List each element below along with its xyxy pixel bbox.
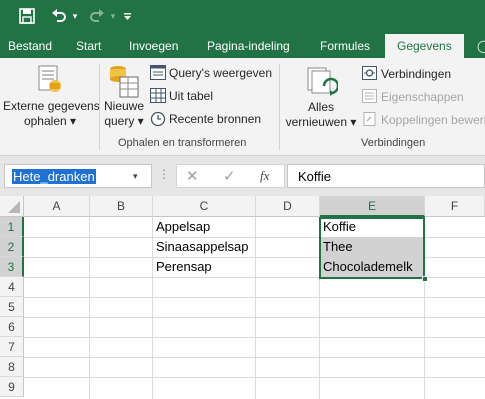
edit-links-icon bbox=[362, 112, 377, 131]
nieuwe-query-label-2: query ▾ bbox=[104, 114, 144, 128]
cell-c1[interactable]: Appelsap bbox=[153, 217, 210, 237]
gridline bbox=[24, 357, 485, 358]
ribbon-tabs: Bestand Start Invoegen Pagina-indeling F… bbox=[0, 34, 485, 58]
formula-input[interactable]: Koffie bbox=[287, 164, 485, 188]
column-header-a[interactable]: A bbox=[24, 196, 90, 217]
formula-input-value: Koffie bbox=[298, 169, 332, 184]
title-bar: ▾ ▾ bbox=[0, 0, 485, 34]
verbindingen-label: Verbindingen bbox=[381, 67, 452, 81]
alles-vernieuwen-label-2: vernieuwen ▾ bbox=[285, 115, 357, 129]
chevron-down-icon[interactable] bbox=[121, 5, 133, 27]
eigenschappen-label: Eigenschappen bbox=[381, 90, 464, 104]
group-label-verbindingen: Verbindingen bbox=[361, 137, 426, 149]
redo-icon bbox=[86, 5, 108, 27]
undo-dropdown-icon[interactable]: ▾ bbox=[70, 5, 80, 27]
ribbon: Externe gegevens ophalen ▾ Nieuwe query … bbox=[0, 58, 485, 156]
gridline bbox=[24, 317, 485, 318]
column-header-e[interactable]: E bbox=[320, 196, 425, 217]
row-header-8[interactable]: 8 bbox=[0, 357, 24, 377]
alles-vernieuwen-label-1: Alles bbox=[307, 100, 334, 114]
nieuwe-query-label-1: Nieuwe bbox=[103, 99, 145, 113]
tab-bestand[interactable]: Bestand bbox=[8, 34, 52, 58]
tab-formules[interactable]: Formules bbox=[320, 34, 370, 58]
insert-function-icon[interactable]: fx bbox=[260, 168, 269, 184]
tab-start[interactable]: Start bbox=[76, 34, 101, 58]
name-box-value: Hete_dranken bbox=[12, 169, 96, 184]
name-box-dropdown-icon[interactable]: ▾ bbox=[133, 171, 138, 182]
connections-icon bbox=[362, 66, 377, 85]
confirm-icon[interactable]: ✓ bbox=[223, 167, 236, 185]
drag-handle-icon[interactable]: ⋮ bbox=[158, 167, 170, 181]
tab-gegevens[interactable]: Gegevens bbox=[385, 34, 464, 58]
external-data-icon bbox=[36, 64, 62, 99]
column-header-f[interactable]: F bbox=[425, 196, 485, 217]
row-header-4[interactable]: 4 bbox=[0, 277, 24, 297]
select-all-corner[interactable] bbox=[0, 196, 24, 217]
column-header-d[interactable]: D bbox=[256, 196, 320, 217]
koppelingen-bewerken-label: Koppelingen bewerk bbox=[381, 113, 485, 127]
tab-pagina-indeling[interactable]: Pagina-indeling bbox=[207, 34, 290, 58]
group-label-ophalen: Ophalen en transformeren bbox=[118, 137, 247, 149]
row-header-5[interactable]: 5 bbox=[0, 297, 24, 317]
row-header-2[interactable]: 2 bbox=[0, 237, 24, 257]
gridline bbox=[24, 377, 485, 378]
formula-bar: Hete_dranken ▾ ⋮ ✕ ✓ fx Koffie bbox=[0, 156, 485, 196]
worksheet-grid: A B C D E F 1 2 3 4 5 6 7 8 9 Appelsap S… bbox=[0, 196, 485, 399]
query-view-icon bbox=[150, 65, 166, 85]
redo-dropdown-icon: ▾ bbox=[110, 10, 116, 21]
save-icon[interactable] bbox=[16, 5, 38, 27]
row-header-6[interactable]: 6 bbox=[0, 317, 24, 337]
gridline bbox=[89, 217, 90, 399]
tab-invoegen[interactable]: Invoegen bbox=[129, 34, 178, 58]
gridline bbox=[255, 217, 256, 399]
externe-gegevens-label-2: ophalen ▾ bbox=[23, 114, 77, 128]
undo-icon[interactable] bbox=[48, 5, 70, 27]
group-separator bbox=[279, 64, 280, 150]
externe-gegevens-label-1: Externe gegevens bbox=[3, 99, 100, 113]
name-box[interactable]: Hete_dranken bbox=[4, 164, 152, 188]
uit-tabel-label: Uit tabel bbox=[169, 89, 214, 103]
tab-overflow-icon[interactable]: ◯ bbox=[477, 34, 485, 58]
row-header-1[interactable]: 1 bbox=[0, 217, 24, 237]
cancel-icon[interactable]: ✕ bbox=[186, 167, 199, 185]
formula-buttons: ✕ ✓ fx bbox=[176, 164, 285, 188]
group-separator bbox=[99, 64, 100, 150]
gridline bbox=[24, 337, 485, 338]
table-icon bbox=[150, 88, 166, 108]
recente-bronnen-label: Recente bronnen bbox=[169, 112, 262, 126]
cell-c3[interactable]: Perensap bbox=[153, 257, 212, 277]
row-header-7[interactable]: 7 bbox=[0, 337, 24, 357]
row-header-3[interactable]: 3 bbox=[0, 257, 24, 277]
row-header-9[interactable]: 9 bbox=[0, 377, 24, 397]
clock-icon bbox=[150, 111, 166, 132]
cell-c2[interactable]: Sinaasappelsap bbox=[153, 237, 249, 257]
column-header-b[interactable]: B bbox=[90, 196, 153, 217]
fill-handle[interactable] bbox=[422, 276, 428, 282]
querys-weergeven-label: Query's weergeven bbox=[169, 66, 273, 80]
new-query-icon bbox=[106, 63, 140, 104]
gridline bbox=[24, 297, 485, 298]
column-header-c[interactable]: C bbox=[153, 196, 256, 217]
selection-border bbox=[319, 217, 425, 279]
properties-icon bbox=[362, 89, 377, 108]
